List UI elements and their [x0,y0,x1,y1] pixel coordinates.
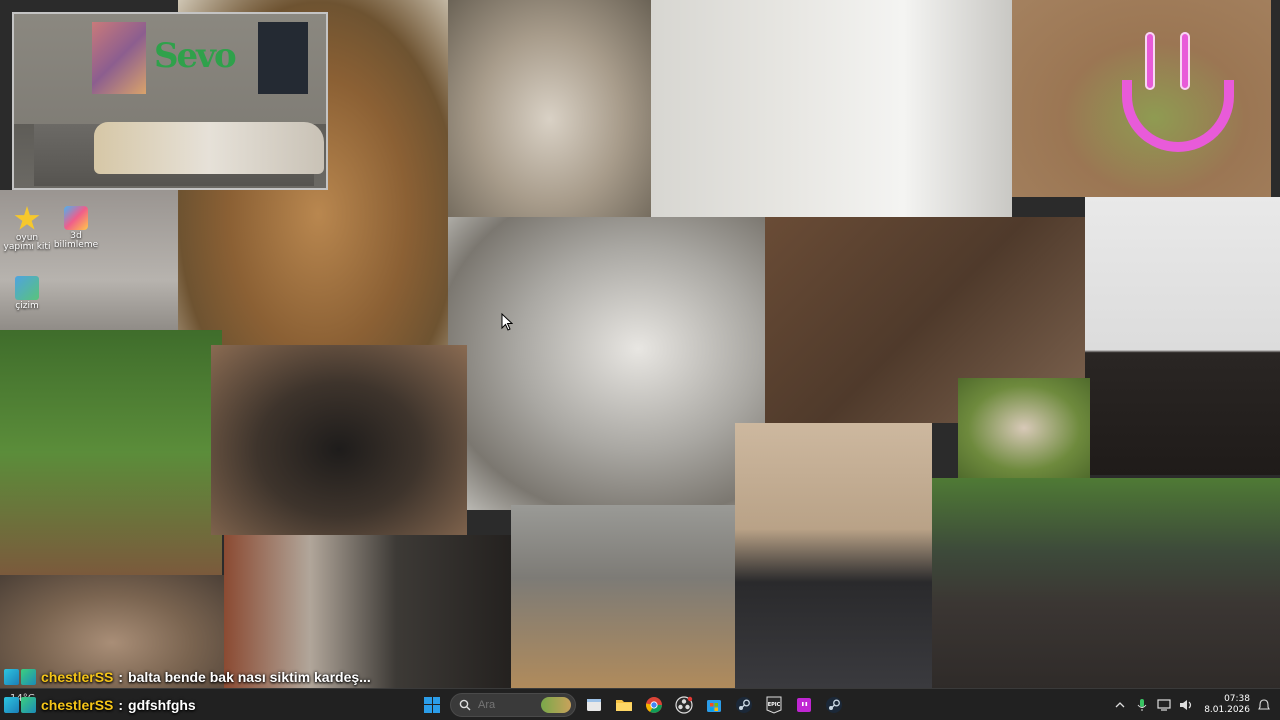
photo-frog [1012,0,1271,197]
photo-shocked-cat [448,217,765,510]
mouse-cursor-icon [501,313,513,331]
chat-username: chestlerSS [41,697,114,713]
network-icon [1157,698,1171,711]
chat-text: balta bende bak nası siktim kardeş... [128,669,371,685]
start-button[interactable] [420,693,444,717]
svg-text:EPIC: EPIC [768,702,781,708]
clock[interactable]: 07:38 8.01.2026 [1204,694,1250,716]
obs-icon [675,695,693,714]
taskbar-app-obs[interactable] [672,693,696,717]
photo-bulldog-bunny-ears [958,378,1090,478]
twitch-icon [797,697,811,712]
volume-icon [1180,699,1192,710]
show-hidden-icons-button[interactable] [1112,697,1128,713]
task-view-icon [587,698,601,711]
microphone-icon [1137,698,1147,711]
steam-icon [736,696,752,713]
search-input[interactable] [478,698,538,711]
desktop-icon-3d[interactable]: 3d bilimleme [49,206,103,250]
chat-username: chestlerSS [41,669,114,685]
photo-squirrel [0,330,222,575]
taskbar-app-chrome[interactable] [642,693,666,717]
desktop-icon-paint[interactable]: çizim [0,276,54,311]
search-highlight-icon [541,696,571,713]
task-view-button[interactable] [582,693,606,717]
photo-puppy [511,505,735,688]
photo-gamer-cat [735,423,932,688]
volume-button[interactable] [1178,697,1194,713]
notifications-button[interactable] [1256,697,1272,713]
taskbar-search[interactable] [450,692,576,717]
webcam-parrot-poster [258,22,308,94]
search-icon [459,699,471,710]
chat-text: gdfshfghs [128,697,196,713]
chat-badge-icon [4,697,36,713]
desktop-icon-label: oyun yapımı kiti [3,233,51,252]
desktop-icon-label: 3d bilimleme [53,231,99,250]
system-tray: 07:38 8.01.2026 [1112,689,1280,720]
store-icon [707,699,721,712]
notification-bell-icon [1258,698,1270,710]
epic-icon: EPIC [766,696,782,714]
desktop-icon-label: çizim [15,301,39,311]
network-button[interactable] [1156,697,1172,713]
folder-icon [616,699,632,711]
photo-cat-on-toilet [651,0,1012,217]
smile-mouth [1122,80,1234,152]
chevron-up-icon [1115,701,1125,707]
photo-sheep [448,0,651,217]
chat-badge-icon [4,669,36,685]
taskbar-app-twitch[interactable] [792,693,816,717]
webcam-wall-tag: Sevo [154,36,237,76]
photo-donkey [224,535,511,688]
steam-icon [826,696,842,713]
3d-builder-icon [64,206,88,230]
windows-logo-icon [424,696,440,713]
photo-orangutan [932,478,1280,688]
taskbar-app-epic-games[interactable]: EPIC [762,693,786,717]
chrome-icon [645,696,662,713]
chat-separator: : [118,669,124,685]
webcam-overlay: Sevo [12,12,328,190]
taskbar-app-steam-2[interactable] [822,693,846,717]
webcam-painting [92,22,146,94]
clock-time: 07:38 [1224,693,1250,704]
webcam-blanket [94,122,324,174]
photo-black-dog [211,345,467,535]
clock-date: 8.01.2026 [1204,704,1250,715]
star-icon [14,206,40,230]
chat-message: chestlerSS : gdfshfghs [4,695,196,715]
taskbar-app-microsoft-store[interactable] [702,693,726,717]
chat-separator: : [118,697,124,713]
chat-message: chestlerSS : balta bende bak nası siktim… [4,667,371,687]
paint-icon [15,276,39,300]
photo-cat-in-hat [1085,197,1280,475]
taskbar-app-file-explorer[interactable] [612,693,636,717]
taskbar-app-steam[interactable] [732,693,756,717]
desktop-icon-game-kit[interactable]: oyun yapımı kiti [0,206,54,252]
taskbar-center: EPIC [420,689,846,720]
desktop-wallpaper: Sevo oyun yapımı kiti 3d bilimleme çizim [0,0,1280,688]
microphone-button[interactable] [1134,697,1150,713]
